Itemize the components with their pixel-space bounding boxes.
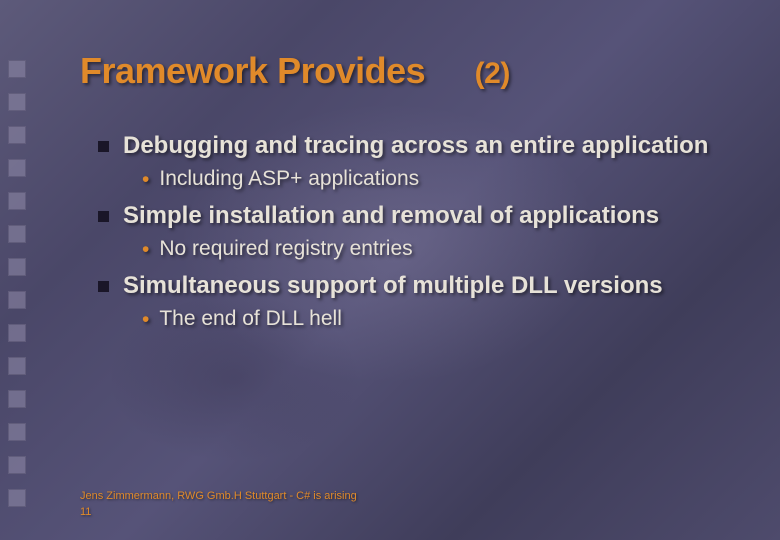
bullet-level1: Debugging and tracing across an entire a… (98, 132, 740, 161)
bullet-level2: • Including ASP+ applications (142, 167, 740, 192)
dot-bullet-icon: • (142, 307, 149, 332)
slide-title: Framework Provides (2) (80, 50, 740, 92)
bullet-text: Debugging and tracing across an entire a… (123, 132, 708, 161)
title-number: (2) (475, 57, 510, 90)
subbullet-text: The end of DLL hell (159, 307, 342, 331)
dot-bullet-icon: • (142, 167, 149, 192)
bullet-level2: • No required registry entries (142, 237, 740, 262)
title-main: Framework Provides (80, 50, 425, 91)
subbullet-text: No required registry entries (159, 237, 412, 261)
slide-footer: Jens Zimmermann, RWG Gmb.H Stuttgart - C… (80, 489, 357, 520)
footer-page: 11 (80, 505, 357, 520)
bullet-text: Simple installation and removal of appli… (123, 202, 659, 231)
square-bullet-icon (98, 211, 109, 222)
bullet-level1: Simultaneous support of multiple DLL ver… (98, 272, 740, 301)
bullet-level1: Simple installation and removal of appli… (98, 202, 740, 231)
bullet-level2: • The end of DLL hell (142, 307, 740, 332)
bullet-text: Simultaneous support of multiple DLL ver… (123, 272, 663, 301)
square-bullet-icon (98, 141, 109, 152)
footer-text: Jens Zimmermann, RWG Gmb.H Stuttgart - C… (80, 489, 357, 504)
dot-bullet-icon: • (142, 237, 149, 262)
slide-content: Framework Provides (2) Debugging and tra… (0, 0, 780, 540)
subbullet-text: Including ASP+ applications (159, 167, 419, 191)
square-bullet-icon (98, 281, 109, 292)
